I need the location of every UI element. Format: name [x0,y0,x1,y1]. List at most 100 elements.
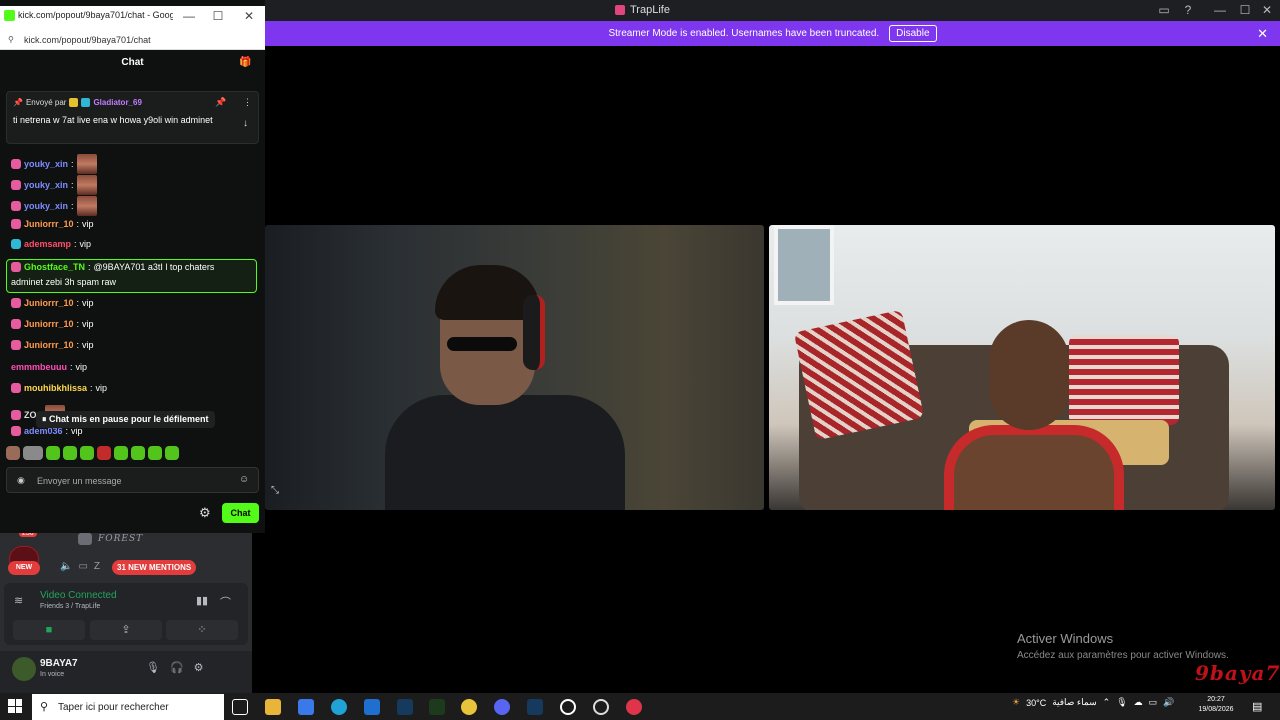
disconnect-icon[interactable]: ⌒ [220,594,231,610]
site-info-icon[interactable]: ⚲ [8,35,14,44]
gift-icon[interactable]: 🎁 [239,57,251,68]
disable-streamer-mode-button[interactable]: Disable [889,25,937,42]
chat-paused-tooltip[interactable]: ⏸ Chat mis en pause pour le défilement [36,411,215,428]
message-input[interactable]: ◉ Envoyer un message ☺ [6,467,259,493]
minimize-button[interactable]: — [1211,2,1229,18]
participant-body [385,395,625,510]
store-icon[interactable] [298,699,314,715]
search-placeholder: Taper ici pour rechercher [58,702,169,713]
speaker-icon[interactable]: 🔈 [60,561,72,572]
windows-start-icon[interactable] [8,699,22,713]
maximize-button[interactable]: ☐ [209,8,227,24]
inbox-icon[interactable]: ▭ [1155,2,1173,18]
emote-icon[interactable] [148,446,162,460]
emote-icon[interactable] [114,446,128,460]
new-mentions-pill[interactable]: 31 NEW MENTIONS [112,560,197,575]
moderator-badge-icon [81,98,91,107]
close-button[interactable]: ✕ [240,8,258,24]
emote-icon[interactable] [97,446,111,460]
gear-icon[interactable]: ⚙ [194,661,204,674]
help-icon[interactable]: ? [1179,2,1197,18]
separator: : [70,362,73,372]
app-icon[interactable] [626,699,642,715]
share-screen-button[interactable]: ⇪ [90,620,162,640]
mail-icon[interactable] [364,699,380,715]
chat-icon: ◉ [17,475,25,485]
emote-icon[interactable] [63,446,77,460]
chrome-icon[interactable] [461,699,477,715]
chat-username[interactable]: ZO [24,410,37,420]
more-options-icon[interactable]: ⋮ [243,97,252,108]
taskbar-clock[interactable]: 20:27 19/08/2026 [1196,695,1236,715]
close-banner-icon[interactable]: ✕ [1257,26,1268,42]
avatar[interactable] [12,657,36,681]
camera-button[interactable]: ■ [13,620,85,640]
obs-icon[interactable] [560,699,576,715]
search-icon: ⚲ [40,701,49,713]
network-icon[interactable]: ▭ [1149,697,1158,708]
file-explorer-icon[interactable] [265,699,281,715]
url-bar[interactable]: ⚲ kick.com/popout/9baya701/chat [0,28,265,50]
chat-username[interactable]: youky_xin [24,180,68,190]
chevron-up-icon[interactable]: ⌃ [1103,697,1111,708]
task-view-icon[interactable] [232,699,248,715]
chat-username[interactable]: ademsamp [24,239,71,249]
expand-icon[interactable]: ↓ [243,118,248,129]
volume-icon[interactable]: 🔊 [1163,697,1174,708]
voice-channel[interactable]: Friends 3 / TrapLife [40,603,100,610]
url-text: kick.com/popout/9baya701/chat [24,35,151,45]
chat-username[interactable]: Juniorrr_10 [24,298,74,308]
channel-name[interactable]: FOREST [98,534,143,544]
emote-icon[interactable] [23,446,43,460]
close-button[interactable]: ✕ [1258,2,1276,18]
chat-username[interactable]: mouhibkhlissa [24,383,87,393]
emote-bar [6,445,259,461]
separator: : [76,319,80,329]
steam-icon[interactable] [397,699,413,715]
chat-username[interactable]: Juniorrr_10 [24,219,74,229]
cloud-icon[interactable]: ☁ [1134,697,1143,708]
chat-username[interactable]: emmmbeuuu [11,362,67,372]
emote-icon[interactable] [131,446,145,460]
steam-icon[interactable] [527,699,543,715]
send-chat-button[interactable]: Chat [222,503,259,523]
app-icon[interactable] [429,699,445,715]
separator: : [71,201,74,211]
participant-body [944,425,1124,510]
chat-username[interactable]: Juniorrr_10 [24,319,74,329]
chat-settings-gear-icon[interactable]: ⚙ [199,505,211,521]
pinned-username[interactable]: Gladiator_69 [93,98,141,107]
emote-icon[interactable] [165,446,179,460]
emoji-icon[interactable]: ☺ [239,474,249,485]
discord-icon[interactable] [494,699,510,715]
minimize-button[interactable]: — [180,8,198,24]
emote-icon[interactable] [80,446,94,460]
chat-text: @9BAYA701 a3tI l top chaters [93,262,215,272]
video-tile-left[interactable] [265,225,764,510]
chat-username[interactable]: youky_xin [24,159,68,169]
headphones-icon[interactable]: 🎧 [170,661,184,674]
channel-avatar [78,533,92,545]
edge-icon[interactable] [331,699,347,715]
notifications-icon[interactable]: ▤ [1252,700,1262,713]
resize-handle-icon[interactable]: ⤡ [271,485,279,496]
maximize-button[interactable]: ☐ [1236,2,1254,18]
window-frame [774,225,834,305]
emote-icon[interactable] [46,446,60,460]
chat-username[interactable]: Ghostface_TN [24,262,85,272]
taskbar-search-input[interactable]: ⚲ Taper ici pour rechercher [32,694,224,720]
screen-icon[interactable]: ▭ [78,561,87,572]
pin-icon[interactable]: 📌 [215,97,226,108]
microphone-icon[interactable]: 🎙 [1116,697,1127,708]
microphone-icon[interactable]: 🎙 [146,661,160,674]
emote-icon[interactable] [6,446,20,460]
pin-icon: 📌 [13,98,23,107]
connection-icon[interactable]: ≋ [14,594,32,610]
weather-icon[interactable]: ☀ [1012,697,1020,708]
video-tile-right[interactable] [769,225,1275,510]
chat-username[interactable]: youky_xin [24,201,68,211]
chat-username[interactable]: Juniorrr_10 [24,340,74,350]
app-icon[interactable] [593,699,609,715]
noise-suppression-icon[interactable]: ▮▮ [196,594,208,607]
activities-button[interactable]: ⁘ [166,620,238,640]
